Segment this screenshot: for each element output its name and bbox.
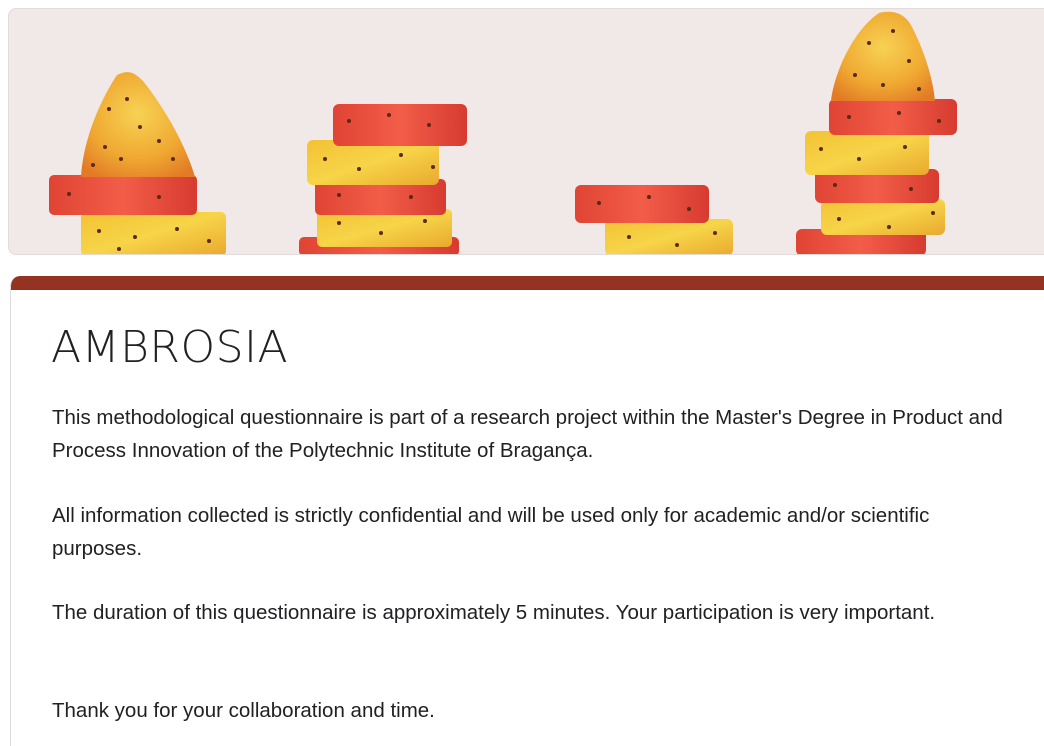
form-description-paragraph: All information collected is strictly co… <box>52 504 930 560</box>
header-image <box>8 8 1044 255</box>
fruit-stack-4 <box>796 11 957 254</box>
accent-bar <box>11 276 1044 290</box>
form-description-paragraph: This methodological questionnaire is par… <box>52 406 1003 462</box>
fruit-stack-3 <box>575 185 733 254</box>
form-description-paragraph: The duration of this questionnaire is ap… <box>52 601 936 624</box>
form-header-card: AMBROSIA This methodological questionnai… <box>10 276 1044 746</box>
fruit-stack-1 <box>49 72 226 254</box>
fruit-stack-2 <box>299 104 467 254</box>
form-description-paragraph: Thank you for your collaboration and tim… <box>52 699 435 722</box>
form-title: AMBROSIA <box>51 322 289 373</box>
